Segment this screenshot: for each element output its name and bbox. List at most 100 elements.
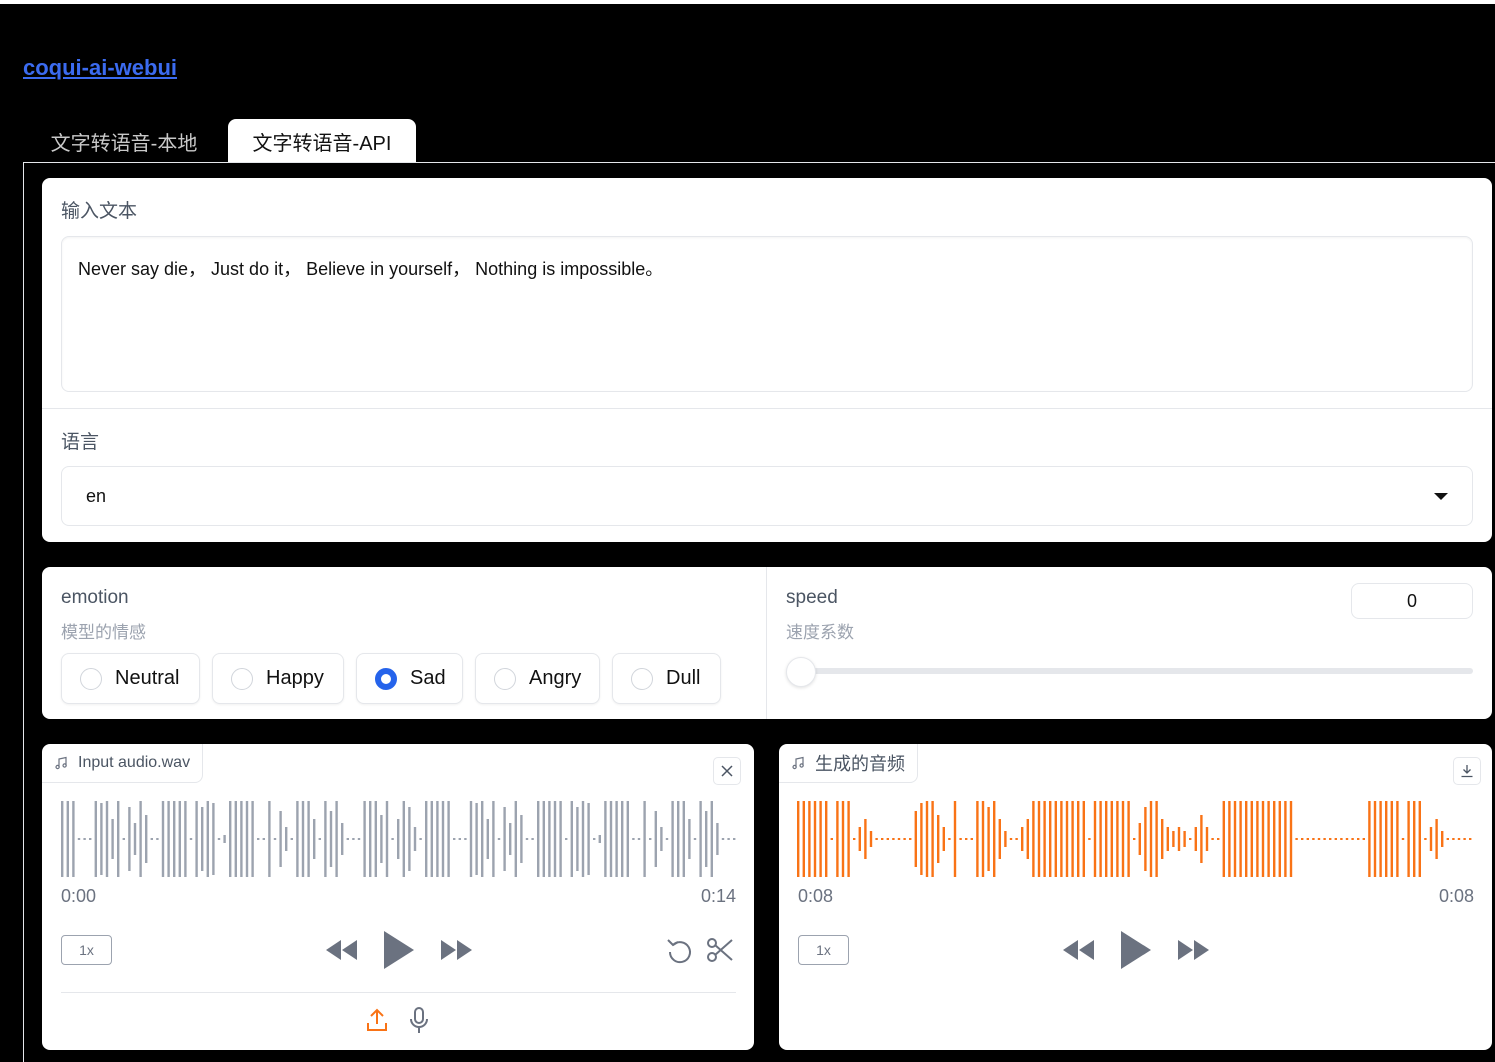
emotion-option-label: Neutral — [115, 667, 180, 689]
waveform-bar — [195, 801, 198, 877]
waveform-bar — [1233, 801, 1237, 877]
waveform-bar — [1138, 823, 1141, 855]
waveform-bar — [385, 801, 389, 877]
speed-slider-thumb[interactable] — [786, 657, 816, 687]
waveform-bar — [1071, 801, 1074, 877]
waveform-bar — [1446, 838, 1449, 840]
waveform-bar — [380, 815, 383, 863]
waveform-bar — [699, 801, 702, 877]
play-icon[interactable] — [1118, 928, 1154, 972]
download-button[interactable] — [1453, 757, 1481, 785]
speed-slider-track[interactable] — [801, 668, 1473, 674]
undo-icon[interactable] — [665, 935, 695, 965]
clear-audio-button[interactable] — [713, 757, 741, 785]
waveform-bar — [520, 815, 523, 863]
waveform-bar — [1189, 838, 1192, 840]
waveform-bar — [341, 823, 344, 855]
language-dropdown[interactable]: en — [61, 466, 1473, 526]
waveform-bar — [290, 838, 293, 840]
rewind-icon[interactable] — [1061, 936, 1097, 964]
waveform-bar — [363, 801, 366, 877]
emotion-option-sad[interactable]: Sad — [356, 653, 463, 704]
waveform-bar — [531, 838, 534, 840]
emotion-option-dull[interactable]: Dull — [612, 653, 721, 704]
waveform-bar — [173, 801, 176, 877]
waveform-bar — [1256, 801, 1259, 877]
emotion-option-neutral[interactable]: Neutral — [61, 653, 200, 704]
waveform-bar — [1469, 838, 1472, 840]
waveform-bar — [1133, 838, 1136, 840]
play-icon[interactable] — [381, 928, 417, 972]
upload-icon[interactable] — [365, 1007, 389, 1033]
waveform-bar — [869, 831, 873, 847]
waveform-bar — [436, 801, 439, 877]
waveform-bar — [167, 801, 170, 877]
waveform-bar — [268, 801, 271, 877]
waveform-bar — [615, 801, 618, 877]
waveform-bar — [212, 803, 215, 875]
tab-local-tts[interactable]: 文字转语音-本地 — [24, 119, 224, 163]
waveform-bar — [1205, 827, 1209, 851]
output-waveform[interactable] — [797, 799, 1473, 879]
waveform-bar — [1373, 801, 1377, 877]
waveform-bar — [931, 801, 934, 877]
waveform-bar — [654, 811, 657, 867]
waveform-bar — [727, 838, 730, 840]
music-note-icon — [792, 756, 804, 770]
tab-api-tts[interactable]: 文字转语音-API — [228, 119, 416, 163]
fast-forward-icon[interactable] — [438, 936, 474, 964]
input-waveform[interactable] — [61, 799, 737, 879]
emotion-speed-panel: emotion 模型的情感 Neutral Happy Sad Angry Du… — [42, 567, 1492, 719]
waveform-bar — [1099, 801, 1102, 877]
waveform-bar — [1306, 838, 1309, 840]
waveform-bar — [503, 807, 506, 871]
waveform-bar — [1026, 819, 1029, 859]
waveform-bar — [808, 801, 811, 877]
waveform-bar — [1088, 838, 1091, 840]
waveform-bar — [537, 801, 540, 877]
waveform-bar — [1211, 838, 1214, 840]
scissors-icon[interactable] — [705, 935, 735, 965]
emotion-option-label: Dull — [666, 667, 701, 689]
waveform-bar — [881, 838, 884, 840]
waveform-bar — [161, 801, 165, 877]
waveform-bar — [475, 803, 478, 875]
emotion-option-angry[interactable]: Angry — [475, 653, 600, 704]
output-duration: 0:08 — [1438, 886, 1474, 906]
waveform-bar — [441, 801, 445, 877]
waveform-bar — [604, 801, 607, 877]
emotion-option-happy[interactable]: Happy — [212, 653, 344, 704]
waveform-bar — [981, 801, 985, 877]
speed-number-input[interactable]: 0 — [1351, 583, 1473, 619]
waveform-bar — [419, 838, 422, 840]
app-title-link[interactable]: coqui-ai-webui — [23, 55, 177, 81]
waveform-bar — [1357, 838, 1360, 840]
waveform-bar — [273, 838, 277, 840]
waveform-bar — [313, 819, 316, 859]
waveform-bar — [217, 838, 221, 840]
waveform-bar — [733, 838, 736, 840]
waveform-bar — [201, 807, 204, 871]
playback-rate-button[interactable]: 1x — [798, 935, 849, 965]
microphone-icon[interactable] — [407, 1006, 431, 1036]
waveform-bar — [649, 838, 652, 840]
text-input-area[interactable]: Never say die， Just do it， Believe in yo… — [61, 236, 1473, 392]
waveform-bar — [1110, 801, 1113, 877]
rewind-icon[interactable] — [324, 936, 360, 964]
waveform-bar — [797, 801, 800, 877]
radio-circle — [494, 667, 516, 690]
waveform-bar — [279, 811, 282, 867]
waveform-bar — [1301, 838, 1304, 840]
waveform-bar — [408, 807, 411, 871]
waveform-bar — [234, 801, 237, 877]
waveform-bar — [206, 801, 209, 877]
fast-forward-icon[interactable] — [1175, 936, 1211, 964]
text-language-panel: 输入文本 Never say die， Just do it， Believe … — [42, 178, 1492, 542]
waveform-bar — [621, 801, 624, 877]
waveform-bar — [903, 838, 906, 840]
waveform-bar — [257, 838, 260, 840]
waveform-bar — [716, 823, 719, 855]
playback-rate-button[interactable]: 1x — [61, 935, 112, 965]
waveform-bar — [245, 801, 249, 877]
waveform-bar — [937, 815, 940, 863]
